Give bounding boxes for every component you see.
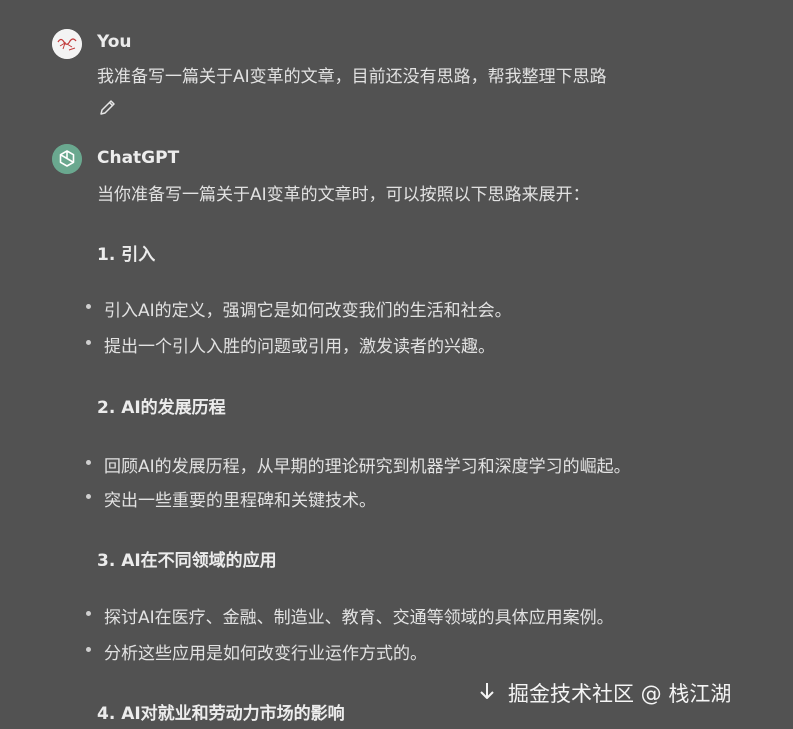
bullet-dot (86, 494, 91, 499)
pencil-icon[interactable] (98, 97, 118, 117)
assistant-intro-text: 当你准备写一篇关于AI变革的文章时，可以按照以下思路来展开： (97, 185, 590, 205)
section-heading: 4. AI对就业和劳动力市场的影响 (97, 704, 345, 724)
list-item: 分析这些应用是如何改变行业运作方式的。 (104, 644, 427, 664)
assistant-author-name: ChatGPT (97, 148, 180, 168)
section-heading: 3. AI在不同领域的应用 (97, 551, 277, 571)
user-author-name: You (97, 32, 132, 52)
bullet-dot (86, 340, 91, 345)
user-message-text: 我准备写一篇关于AI变革的文章，目前还没有思路，帮我整理下思路 (97, 67, 607, 87)
down-arrow-icon[interactable] (478, 681, 496, 706)
section-heading: 2. AI的发展历程 (97, 398, 226, 418)
watermark: 掘金技术社区 @ 栈江湖 (478, 678, 731, 708)
list-item: 回顾AI的发展历程，从早期的理论研究到机器学习和深度学习的崛起。 (104, 457, 631, 477)
list-item: 提出一个引人入胜的问题或引用，激发读者的兴趣。 (104, 337, 495, 357)
list-item: 探讨AI在医疗、金融、制造业、教育、交通等领域的具体应用案例。 (104, 608, 614, 628)
list-item: 引入AI的定义，强调它是如何改变我们的生活和社会。 (104, 301, 512, 321)
watermark-text: 掘金技术社区 @ 栈江湖 (508, 682, 732, 706)
bullet-dot (86, 647, 91, 652)
user-avatar (52, 29, 82, 59)
chatgpt-avatar (52, 144, 82, 174)
section-heading: 1. 引入 (97, 245, 156, 265)
bullet-dot (86, 611, 91, 616)
list-item: 突出一些重要的里程碑和关键技术。 (104, 491, 376, 511)
bullet-dot (86, 304, 91, 309)
bullet-dot (86, 460, 91, 465)
